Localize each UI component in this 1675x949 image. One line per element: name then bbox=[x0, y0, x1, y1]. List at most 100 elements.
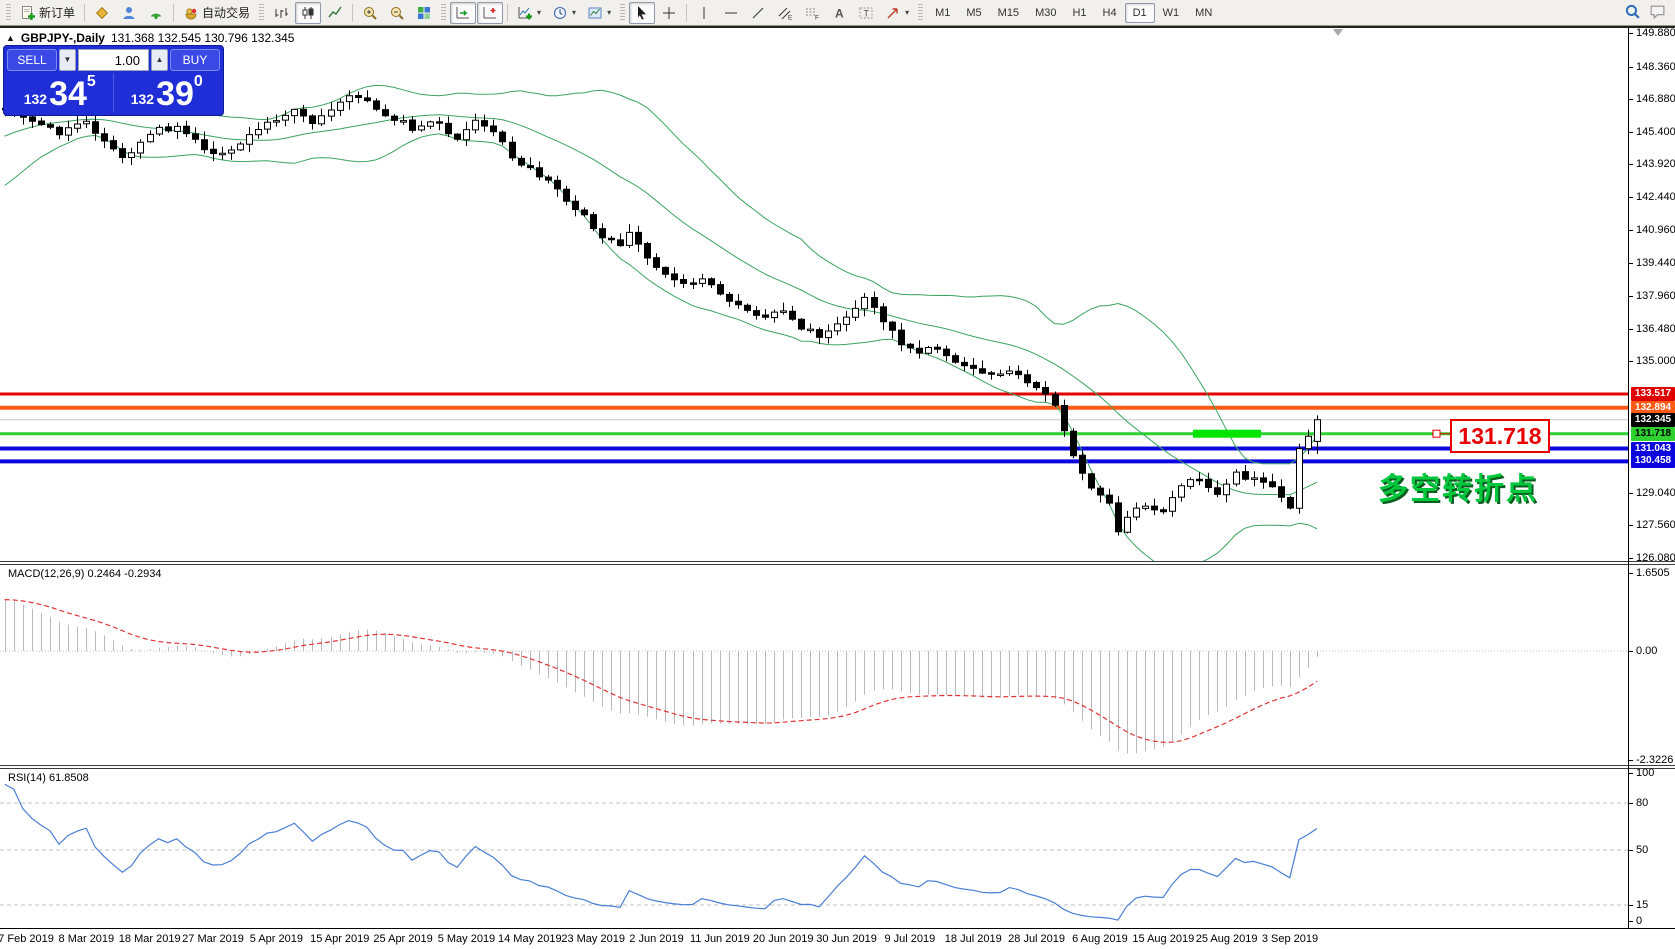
price-tick bbox=[1629, 558, 1633, 559]
bar-chart-button[interactable] bbox=[268, 2, 294, 24]
dropdown-caret-icon: ▾ bbox=[537, 8, 541, 17]
line-chart-icon bbox=[327, 5, 343, 21]
cursor-tool-button[interactable] bbox=[629, 2, 655, 24]
macd-scale-tick bbox=[1629, 760, 1633, 761]
buy-price-sup: 0 bbox=[194, 74, 203, 90]
chart-shift-button[interactable] bbox=[477, 2, 503, 24]
price-tick bbox=[1629, 361, 1633, 362]
price-tick bbox=[1629, 230, 1633, 231]
timeframe-group: M1M5M15M30H1H4D1W1MN bbox=[927, 3, 1220, 23]
price-tick-label: 136.480 bbox=[1636, 323, 1675, 335]
text-tool-button[interactable]: A bbox=[826, 2, 852, 24]
timeframe-h1[interactable]: H1 bbox=[1064, 3, 1094, 23]
volume-input[interactable] bbox=[78, 49, 149, 71]
signals-button[interactable] bbox=[143, 2, 169, 24]
autotrading-button[interactable]: 自动交易 bbox=[178, 2, 255, 24]
channel-tool-button[interactable]: E bbox=[772, 2, 798, 24]
price-tick-label: 129.040 bbox=[1636, 487, 1675, 499]
tile-windows-button[interactable] bbox=[411, 2, 437, 24]
market-watch-button[interactable] bbox=[89, 2, 115, 24]
rsi-scale-label: 0 bbox=[1636, 915, 1642, 927]
zoom-in-button[interactable] bbox=[357, 2, 383, 24]
horizontal-line-tool-button[interactable] bbox=[718, 2, 744, 24]
macd-pane[interactable] bbox=[0, 565, 1628, 765]
sell-button[interactable]: SELL bbox=[7, 49, 57, 71]
new-order-button[interactable]: 新订单 bbox=[15, 2, 80, 24]
periods-button[interactable]: ▾ bbox=[547, 2, 581, 24]
new-order-label: 新订单 bbox=[39, 4, 75, 21]
price-tick bbox=[1629, 329, 1633, 330]
signals-icon bbox=[148, 5, 164, 21]
buy-button[interactable]: BUY bbox=[170, 49, 220, 71]
profile-button[interactable] bbox=[116, 2, 142, 24]
macd-scale-label: 1.6505 bbox=[1636, 567, 1670, 579]
zoom-out-button[interactable] bbox=[384, 2, 410, 24]
rsi-scale-label: 50 bbox=[1636, 844, 1648, 856]
timeframe-m1[interactable]: M1 bbox=[927, 3, 958, 23]
date-axis-label: 2 Jun 2019 bbox=[629, 933, 683, 945]
date-axis-label: 11 Jun 2019 bbox=[690, 933, 750, 945]
rsi-pane[interactable] bbox=[0, 769, 1628, 928]
timeframe-m30[interactable]: M30 bbox=[1027, 3, 1064, 23]
macd-scale-label: -2.3226 bbox=[1636, 754, 1673, 766]
templates-button[interactable]: ▾ bbox=[582, 2, 616, 24]
vertical-line-tool-button[interactable] bbox=[691, 2, 717, 24]
timeframe-d1[interactable]: D1 bbox=[1125, 3, 1155, 23]
price-tick-label: 139.440 bbox=[1636, 257, 1675, 269]
time-scale-strip[interactable]: 27 Feb 20198 Mar 201918 Mar 201927 Mar 2… bbox=[0, 929, 1675, 949]
toolbar-separator bbox=[686, 4, 687, 22]
timeframe-h4[interactable]: H4 bbox=[1095, 3, 1125, 23]
toolbar-grip bbox=[918, 4, 923, 22]
timeframe-mn[interactable]: MN bbox=[1187, 3, 1220, 23]
timeframe-w1[interactable]: W1 bbox=[1155, 3, 1188, 23]
text-label-tool-button[interactable]: T bbox=[853, 2, 879, 24]
date-axis-label: 15 Aug 2019 bbox=[1132, 933, 1194, 945]
collapse-panel-icon[interactable]: ▲ bbox=[6, 33, 15, 43]
gold-crystal-icon bbox=[94, 5, 110, 21]
rsi-scale-tick bbox=[1629, 921, 1633, 922]
volume-decrease-button[interactable]: ▼ bbox=[59, 49, 76, 71]
toolbar-grip bbox=[259, 4, 264, 22]
rsi-scale-tick bbox=[1629, 850, 1633, 851]
price-tick-label: 143.920 bbox=[1636, 158, 1675, 170]
toolbar-grip bbox=[6, 4, 11, 22]
price-level-badge: 130.458 bbox=[1631, 454, 1675, 468]
auto-scroll-button[interactable] bbox=[450, 2, 476, 24]
date-axis-label: 28 Jul 2019 bbox=[1008, 933, 1065, 945]
bar-chart-icon bbox=[273, 5, 289, 21]
price-tick bbox=[1629, 493, 1633, 494]
fibonacci-tool-button[interactable]: F bbox=[799, 2, 825, 24]
price-tick bbox=[1629, 197, 1633, 198]
candlestick-chart-button[interactable] bbox=[295, 2, 321, 24]
template-icon bbox=[587, 5, 603, 21]
toolbar-grip bbox=[441, 4, 446, 22]
arrows-tool-button[interactable]: ▾ bbox=[880, 2, 914, 24]
date-axis-label: 23 May 2019 bbox=[561, 933, 625, 945]
price-tick-label: 145.400 bbox=[1636, 126, 1675, 138]
price-tick-label: 148.360 bbox=[1636, 61, 1675, 73]
volume-increase-button[interactable]: ▲ bbox=[151, 49, 168, 71]
trendline-tool-button[interactable] bbox=[745, 2, 771, 24]
chat-icon[interactable] bbox=[1649, 3, 1666, 23]
macd-scale-tick bbox=[1629, 573, 1633, 574]
sell-price-display[interactable]: 132 34 5 bbox=[7, 73, 114, 112]
macd-scale-tick bbox=[1629, 651, 1633, 652]
buy-price-display[interactable]: 132 39 0 bbox=[114, 73, 221, 112]
timeframe-m15[interactable]: M15 bbox=[990, 3, 1027, 23]
price-level-badge: 131.718 bbox=[1631, 427, 1675, 441]
price-tick-label: 149.880 bbox=[1636, 27, 1675, 39]
line-chart-button[interactable] bbox=[322, 2, 348, 24]
crosshair-tool-button[interactable] bbox=[656, 2, 682, 24]
price-tick-label: 142.440 bbox=[1636, 191, 1675, 203]
date-axis-label: 9 Jul 2019 bbox=[885, 933, 936, 945]
timeframe-m5[interactable]: M5 bbox=[958, 3, 989, 23]
price-tick bbox=[1629, 263, 1633, 264]
sell-price-big: 34 bbox=[49, 77, 87, 111]
indicators-button[interactable]: ▾ bbox=[512, 2, 546, 24]
search-icon[interactable] bbox=[1624, 3, 1641, 23]
toolbar-separator bbox=[173, 4, 174, 22]
price-tick bbox=[1629, 99, 1633, 100]
price-scale-strip[interactable]: 149.880148.360146.880145.400143.920142.4… bbox=[1628, 28, 1675, 929]
tile-windows-icon bbox=[416, 5, 432, 21]
chart-shift-marker-icon[interactable] bbox=[1333, 29, 1343, 36]
